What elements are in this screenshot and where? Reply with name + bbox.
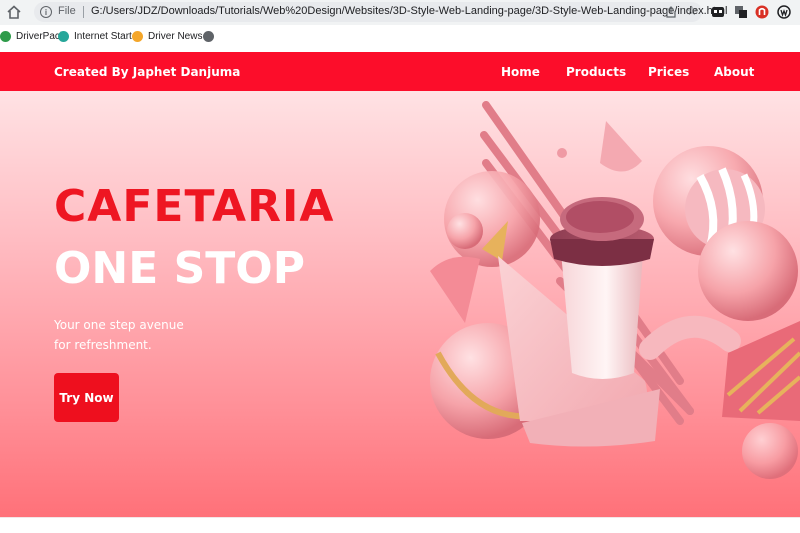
extension-cards-icon[interactable]	[734, 5, 748, 19]
extension-puzzle-icon[interactable]	[711, 5, 725, 19]
driverpack-icon	[0, 31, 11, 42]
address-bar[interactable]: i File G:/Users/JDZ/Downloads/Tutorials/…	[34, 2, 727, 22]
nav-prices[interactable]: Prices	[648, 65, 689, 79]
bookmark-globe[interactable]	[203, 31, 219, 42]
cone-shape	[600, 121, 642, 172]
bookmarks-bar: DriverPack Internet Start Driver News	[0, 25, 800, 50]
small-ball	[557, 148, 567, 158]
nav-about[interactable]: About	[714, 65, 754, 79]
internet-start-icon	[58, 31, 69, 42]
hero-tagline: Your one step avenue for refreshment.	[54, 315, 234, 355]
extension-red-icon[interactable]	[755, 5, 769, 19]
bookmark-internet-start[interactable]: Internet Start	[58, 31, 132, 42]
hero-title-line2: ONE STOP	[54, 243, 305, 294]
bookmark-driver-news[interactable]: Driver News	[132, 31, 202, 42]
driver-news-icon	[132, 31, 143, 42]
globe-icon	[203, 31, 214, 42]
footer-strip	[0, 517, 800, 533]
3d-coffee-illustration	[430, 101, 800, 479]
file-scheme-label: File	[58, 5, 76, 17]
browser-toolbar: i File G:/Users/JDZ/Downloads/Tutorials/…	[0, 0, 800, 25]
try-now-button[interactable]: Try Now	[54, 373, 119, 422]
nav-home[interactable]: Home	[501, 65, 540, 79]
nav-products[interactable]: Products	[566, 65, 626, 79]
info-icon[interactable]: i	[40, 6, 52, 18]
site-header: Created By Japhet Danjuma Home Products …	[0, 52, 800, 91]
bookmark-label: Internet Start	[74, 31, 132, 42]
hero-tagline-line1: Your one step avenue	[54, 318, 184, 332]
share-icon[interactable]	[665, 6, 677, 18]
hero-section: CAFETARIA ONE STOP Your one step avenue …	[0, 91, 800, 517]
hero-tagline-line2: for refreshment.	[54, 338, 152, 352]
home-icon[interactable]	[6, 4, 22, 20]
bookmark-star-icon[interactable]: ☆	[686, 4, 698, 18]
extension-circle-icon[interactable]	[777, 5, 791, 19]
bookmark-driverpack[interactable]: DriverPack	[0, 31, 65, 42]
hero-title-line1: CAFETARIA	[54, 181, 335, 232]
address-separator	[83, 6, 84, 18]
bookmark-label: Driver News	[148, 31, 203, 42]
brand-text: Created By Japhet Danjuma	[54, 65, 241, 79]
url-text[interactable]: G:/Users/JDZ/Downloads/Tutorials/Web%20D…	[91, 5, 727, 17]
